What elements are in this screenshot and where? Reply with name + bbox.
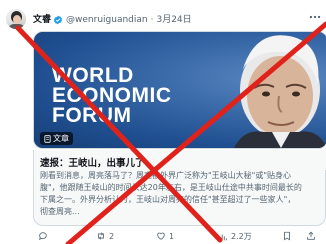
share-button[interactable]: [306, 231, 319, 241]
badge-label: 文章: [53, 134, 69, 143]
share-icon: [307, 231, 315, 240]
tweet-actions: 2 1 2.2万: [38, 230, 326, 244]
retweet-button[interactable]: 2: [96, 231, 114, 241]
article-badge: 文章: [40, 132, 73, 145]
article-description[interactable]: 刚看到消息，周亮落马了？周亮被外界广泛称为"王岐山大秘"或"贴身心 腹"，他跟随…: [33, 170, 326, 226]
article-card-image[interactable]: WORLD ECONOMIC FORUM 文章: [33, 31, 326, 149]
views-button[interactable]: 2.2万: [218, 231, 252, 242]
wef-logo-text: WORLD ECONOMIC FORUM: [52, 64, 172, 127]
tweet-date[interactable]: 3月24日: [156, 14, 191, 26]
tweet-header: 文睿 @wenruiguandian · 3月24日: [33, 12, 318, 28]
retweet-icon: [98, 232, 104, 240]
retweet-count: 2: [109, 231, 115, 241]
author-handle[interactable]: @wenruiguandian: [66, 14, 148, 26]
like-icon: [157, 232, 165, 240]
avatar[interactable]: [6, 9, 26, 29]
verified-badge-icon: [53, 15, 63, 25]
views-icon: [219, 234, 227, 240]
document-icon: [44, 134, 51, 143]
bookmark-button[interactable]: [282, 231, 295, 241]
more-icon[interactable]: [308, 10, 322, 24]
separator-dot: ·: [150, 15, 154, 25]
person-photo: [234, 35, 326, 148]
reply-button[interactable]: [38, 231, 51, 241]
like-button[interactable]: 1: [156, 231, 174, 241]
views-count: 2.2万: [231, 232, 252, 241]
reply-icon: [38, 232, 47, 241]
like-count: 1: [169, 231, 175, 241]
bookmark-icon: [284, 231, 290, 241]
article-title[interactable]: 速报：王岐山，出事儿了: [33, 150, 326, 170]
author-name[interactable]: 文睿: [33, 14, 51, 26]
